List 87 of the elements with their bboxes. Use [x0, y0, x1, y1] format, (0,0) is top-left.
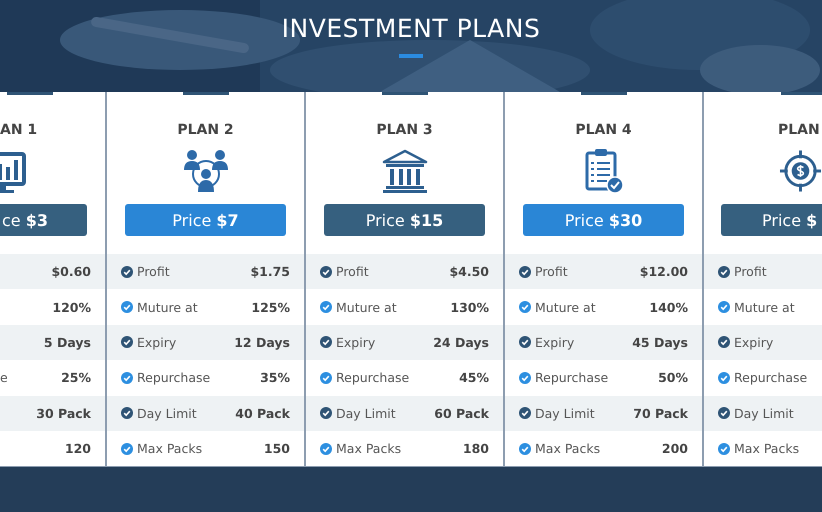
feature-value: 5 Days: [44, 334, 91, 350]
check-circle-icon: [718, 336, 730, 348]
plan-title: PLAN 3: [375, 122, 434, 140]
feature-value: 45 Days: [632, 334, 688, 350]
plan-title: AN 1: [0, 122, 38, 140]
check-circle-icon: [320, 442, 332, 455]
check-circle-icon: [320, 336, 332, 348]
feature-label: Day Limit: [336, 406, 396, 421]
check-circle-icon: [121, 336, 133, 348]
feature-label: Repurchase: [137, 370, 210, 386]
feature-value: 120%: [52, 300, 91, 315]
clipboard-check-icon: [584, 148, 624, 194]
feature-label: Profit: [336, 264, 369, 280]
feature-value: 12 Days: [234, 334, 290, 350]
feature-value: $4.50: [449, 264, 489, 280]
check-circle-icon: [121, 442, 133, 455]
price-button[interactable]: ce $3: [0, 204, 87, 236]
feature-value: 200: [662, 441, 688, 456]
feature-value: 180: [462, 441, 489, 456]
section-title: INVESTMENT PLANS: [282, 14, 540, 43]
feature-value: 120: [64, 441, 91, 456]
check-circle-icon: [718, 372, 730, 384]
check-circle-icon: [519, 442, 531, 455]
check-circle-icon: [121, 407, 133, 420]
check-circle-icon: [121, 266, 133, 278]
feature-value: 30 Pack: [36, 406, 91, 421]
feature-label: e: [0, 370, 8, 386]
price-button[interactable]: Price $15: [324, 204, 485, 236]
feature-label: Expiry: [336, 334, 376, 350]
feature-label: Max Packs: [535, 441, 600, 456]
check-circle-icon: [519, 266, 531, 278]
feature-label: Day Limit: [535, 406, 595, 421]
feature-label: Muture at: [137, 300, 198, 315]
feature-value: 50%: [658, 370, 688, 386]
check-circle-icon: [320, 407, 332, 420]
check-circle-icon: [718, 301, 730, 314]
feature-value: 25%: [61, 370, 91, 386]
check-circle-icon: [718, 266, 730, 278]
check-circle-icon: [320, 266, 332, 278]
feature-label: Profit: [137, 264, 170, 280]
check-circle-icon: [320, 372, 332, 384]
feature-value: 24 Days: [433, 334, 489, 350]
feature-value: 140%: [649, 300, 688, 315]
check-circle-icon: [718, 407, 730, 420]
feature-value: $12.00: [640, 264, 688, 280]
check-circle-icon: [519, 336, 531, 348]
feature-value: 150: [264, 441, 290, 456]
price-button[interactable]: Price $30: [523, 204, 684, 236]
feature-label: Profit: [734, 264, 767, 280]
feature-label: Muture at: [336, 300, 397, 315]
plan-title: PLAN 2: [176, 122, 235, 140]
price-button[interactable]: Price $7: [125, 204, 286, 236]
check-circle-icon: [320, 301, 332, 314]
feature-label: Expiry: [137, 334, 176, 350]
feature-label: Max Packs: [734, 441, 800, 456]
check-circle-icon: [519, 372, 531, 384]
bank-icon: [382, 148, 428, 194]
feature-value: $1.75: [250, 264, 290, 280]
feature-value: $0.60: [51, 264, 91, 280]
feature-value: 70 Pack: [633, 406, 688, 421]
check-circle-icon: [718, 442, 730, 455]
feature-value: 45%: [459, 370, 489, 386]
check-circle-icon: [121, 301, 133, 314]
feature-label: Max Packs: [137, 441, 202, 456]
feature-label: Expiry: [535, 334, 574, 350]
check-circle-icon: [121, 372, 133, 384]
feature-label: Repurchase: [734, 370, 808, 386]
people-network-icon: [182, 148, 228, 194]
check-circle-icon: [519, 407, 531, 420]
feature-label: Day Limit: [734, 406, 794, 421]
check-circle-icon: [519, 301, 531, 314]
price-button[interactable]: Price $: [721, 204, 822, 236]
feature-label: Muture at: [734, 300, 795, 315]
feature-value: 125%: [251, 300, 290, 315]
feature-value: 40 Pack: [235, 406, 290, 421]
feature-label: Repurchase: [336, 370, 410, 386]
plan-title: PLAN: [777, 122, 821, 140]
feature-label: Expiry: [734, 334, 774, 350]
feature-label: Repurchase: [535, 370, 608, 386]
plan-title: PLAN 4: [574, 122, 633, 140]
feature-value: 35%: [260, 370, 290, 386]
feature-label: Day Limit: [137, 406, 197, 421]
feature-label: Muture at: [535, 300, 596, 315]
feature-value: 130%: [450, 300, 489, 315]
feature-label: Max Packs: [336, 441, 402, 456]
feature-label: Profit: [535, 264, 568, 280]
feature-value: 60 Pack: [434, 406, 489, 421]
